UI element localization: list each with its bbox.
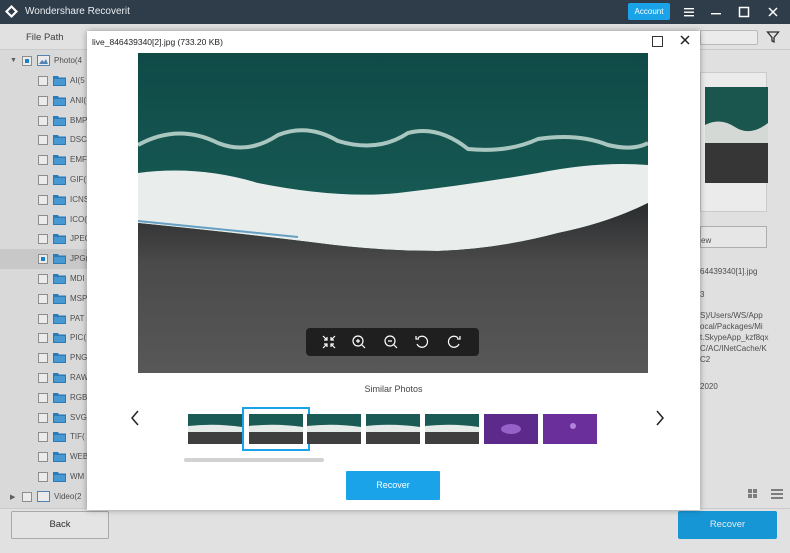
rotate-right-icon[interactable]	[446, 334, 462, 350]
zoom-in-icon[interactable]	[351, 334, 367, 350]
app-title: Wondershare Recoverit	[25, 6, 130, 17]
account-button[interactable]: Account	[628, 3, 670, 20]
previous-arrow-icon[interactable]	[129, 409, 141, 427]
similar-thumb-7[interactable]	[543, 414, 597, 444]
close-icon[interactable]	[765, 4, 781, 20]
similar-thumb-2[interactable]	[242, 407, 310, 451]
dialog-title: live_846439340[2].jpg (733.20 KB)	[92, 37, 223, 47]
image-toolbar	[306, 328, 479, 356]
similar-thumb-1[interactable]	[188, 414, 242, 444]
similar-photos-label: Similar Photos	[364, 384, 423, 394]
menu-icon[interactable]	[681, 4, 697, 20]
next-arrow-icon[interactable]	[654, 409, 666, 427]
preview-photo	[138, 53, 648, 373]
thumbnail-scrollbar[interactable]	[184, 458, 324, 462]
similar-thumb-3[interactable]	[307, 414, 361, 444]
maximize-icon[interactable]	[736, 4, 752, 20]
minimize-icon[interactable]	[708, 4, 724, 20]
zoom-out-icon[interactable]	[383, 334, 399, 350]
dialog-close-icon[interactable]	[679, 34, 691, 46]
title-bar: Wondershare Recoverit Account	[0, 0, 790, 24]
dialog-maximize-icon[interactable]	[652, 36, 663, 47]
similar-thumb-4[interactable]	[366, 414, 420, 444]
rotate-left-icon[interactable]	[414, 334, 430, 350]
app-logo-icon	[5, 5, 18, 18]
similar-thumb-5[interactable]	[425, 414, 479, 444]
dialog-recover-button[interactable]: Recover	[346, 471, 440, 500]
photo-preview-dialog: live_846439340[2].jpg (733.20 KB) Simila…	[87, 31, 700, 510]
similar-thumb-6[interactable]	[484, 414, 538, 444]
fit-screen-icon[interactable]	[321, 334, 337, 350]
